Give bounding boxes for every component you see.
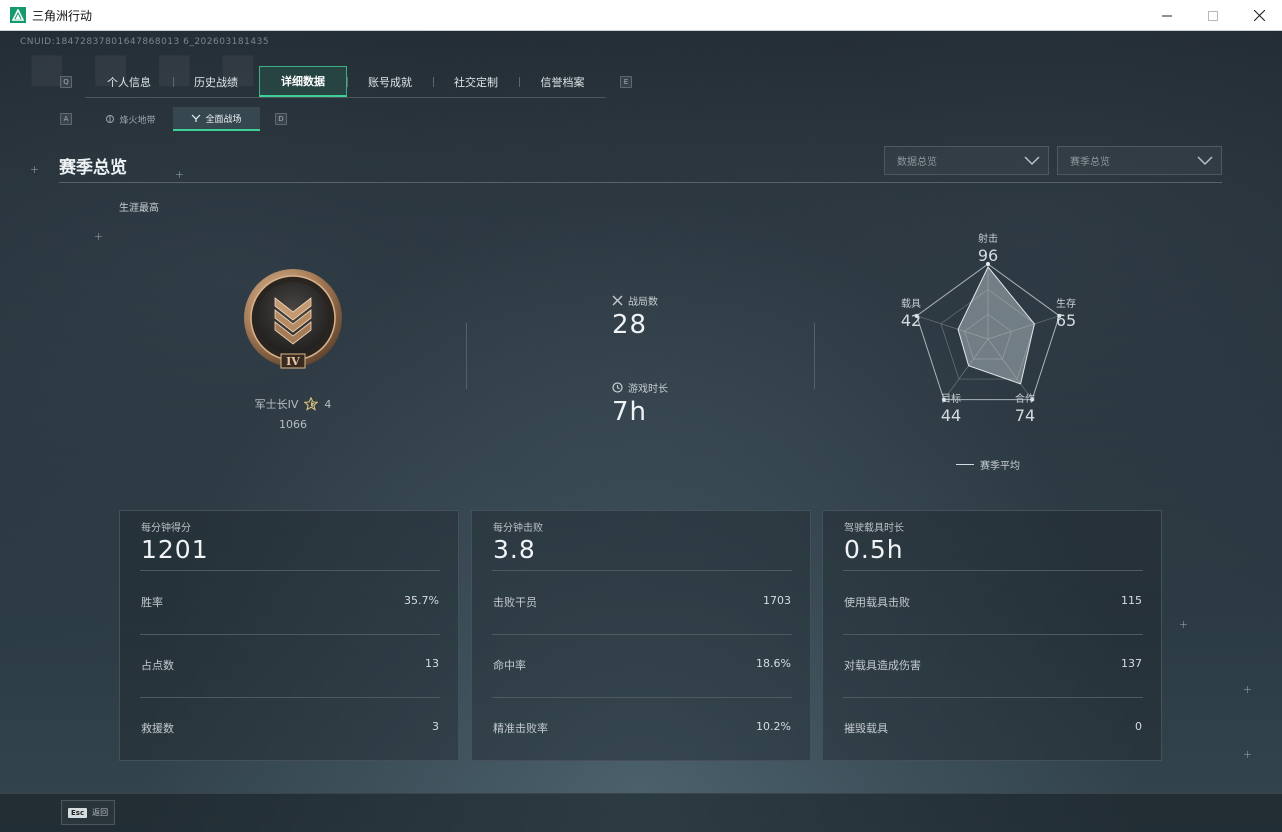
maximize-button[interactable] (1190, 0, 1236, 31)
card-row: 救援数 3 (141, 720, 439, 735)
card-head-value: 3.8 (493, 535, 536, 564)
card-row: 胜率 35.7% (141, 594, 439, 609)
window-titlebar: 三角洲行动 (0, 0, 1282, 31)
hazard-zone-icon (106, 115, 115, 123)
maximize-icon (1208, 10, 1218, 21)
decor-cross (1244, 751, 1251, 758)
card-row: 使用载具击败 115 (844, 594, 1142, 609)
tab-detailed-data[interactable]: 详细数据 (259, 66, 347, 97)
clock-icon (612, 382, 623, 393)
rank-name: 军士长IV (254, 398, 299, 411)
card-row: 占点数 13 (141, 657, 439, 672)
tab-achievements[interactable]: 账号成就 (347, 66, 433, 97)
section-title: 赛季总览 (59, 158, 127, 178)
card-score-per-minute: 每分钟得分 1201 胜率 35.7% 占点数 13 救援数 3 (119, 510, 459, 761)
matches-label: 战局数 (628, 297, 658, 308)
key-hint-q: Q (60, 76, 72, 88)
back-button[interactable]: Esc 返回 (61, 800, 115, 825)
card-row: 击败干员 1703 (493, 594, 791, 609)
playtime-value: 7h (612, 397, 648, 427)
back-label: 返回 (92, 808, 109, 817)
tab-personal-info[interactable]: 个人信息 (85, 66, 173, 97)
card-row: 精准击败率 10.2% (493, 720, 791, 735)
decor-cross (176, 171, 183, 178)
card-divider (140, 697, 440, 698)
radar-label-shooting: 射击 96 (977, 234, 999, 265)
rank-info: 军士长IV 4 (180, 396, 406, 412)
bottom-bar (0, 793, 1282, 832)
rank-score: 1066 (279, 418, 307, 431)
card-divider (140, 634, 440, 635)
card-divider (843, 634, 1143, 635)
card-row: 对载具造成伤害 137 (844, 657, 1142, 672)
game-main-area: ■ ■ ■ ■ CNUID:18472837801647868013 6_202… (0, 31, 1282, 832)
card-head-label: 每分钟得分 (141, 523, 191, 534)
legend-swatch (956, 464, 974, 465)
playtime-label: 游戏时长 (628, 384, 668, 395)
minimize-button[interactable] (1144, 0, 1190, 31)
rank-badge-icon: IV (241, 268, 345, 372)
radar-label-objective: 目标 44 (940, 394, 962, 425)
legend-label: 赛季平均 (980, 461, 1020, 472)
vertical-divider (814, 323, 815, 389)
card-head-value: 0.5h (844, 535, 904, 564)
matches-stat: 战局数 28 (612, 293, 658, 340)
card-kills-per-minute: 每分钟击败 3.8 击败干员 1703 命中率 18.6% 精准击败率 10.2% (471, 510, 811, 761)
radar-label-cooperation: 合作 74 (1014, 394, 1036, 425)
tab-full-battlefield[interactable]: 全面战场 (173, 107, 260, 131)
matches-value: 28 (612, 310, 648, 340)
close-button[interactable] (1236, 0, 1282, 31)
card-row: 命中率 18.6% (493, 657, 791, 672)
main-tabs: 个人信息 历史战绩 详细数据 账号成就 社交定制 信誉档案 (85, 66, 606, 98)
radar-value-area (957, 266, 1035, 385)
season-overview-dropdown[interactable]: 赛季总览 (1057, 146, 1222, 175)
decor-cross (1180, 621, 1187, 628)
window-title: 三角洲行动 (32, 8, 93, 23)
user-uid: CNUID:18472837801647868013 6_20260318143… (20, 37, 270, 47)
vertical-divider (466, 323, 467, 389)
window-controls (1144, 0, 1282, 31)
esc-key-hint: Esc (68, 807, 88, 818)
card-divider (140, 570, 440, 571)
card-divider (492, 634, 792, 635)
app-logo-icon (10, 7, 26, 23)
card-vehicle-time: 驾驶载具时长 0.5h 使用载具击败 115 对载具造成伤害 137 摧毁载具 0 (822, 510, 1162, 761)
radar-legend: 赛季平均 (956, 457, 1020, 472)
card-divider (843, 570, 1143, 571)
battlefield-icon (192, 114, 201, 122)
mode-tabs: 烽火地带 全面战场 (88, 107, 260, 131)
decor-cross (1244, 686, 1251, 693)
rank-stars: 4 (324, 397, 332, 411)
chevron-down-icon (1024, 156, 1040, 166)
chevron-down-icon (1197, 156, 1213, 166)
minimize-icon (1162, 15, 1172, 16)
decor-cross (31, 166, 38, 173)
tab-reputation[interactable]: 信誉档案 (519, 66, 606, 97)
tab-match-history[interactable]: 历史战绩 (173, 66, 259, 97)
rank-roman-numeral: IV (286, 355, 300, 368)
card-divider (492, 570, 792, 571)
decor-cross (95, 233, 102, 240)
card-divider (492, 697, 792, 698)
card-row: 摧毁载具 0 (844, 720, 1142, 735)
close-icon (1253, 10, 1265, 21)
radar-label-vehicle: 载具 42 (900, 299, 922, 330)
card-head-label: 驾驶载具时长 (844, 523, 904, 534)
playtime-stat: 游戏时长 7h (612, 380, 668, 427)
key-hint-e: E (620, 76, 632, 88)
tab-hazard-zone[interactable]: 烽火地带 (88, 107, 173, 131)
key-hint-a: A (60, 113, 72, 125)
star-icon (304, 397, 319, 411)
card-divider (843, 697, 1143, 698)
radar-label-survival: 生存 65 (1055, 299, 1077, 330)
section-divider (59, 182, 1222, 183)
card-head-value: 1201 (141, 535, 209, 564)
crossed-swords-icon (612, 295, 623, 306)
career-best-label: 生涯最高 (119, 203, 159, 214)
tab-social-custom[interactable]: 社交定制 (433, 66, 519, 97)
key-hint-d: D (275, 113, 287, 125)
data-overview-dropdown[interactable]: 数据总览 (884, 146, 1049, 175)
card-head-label: 每分钟击败 (493, 523, 543, 534)
